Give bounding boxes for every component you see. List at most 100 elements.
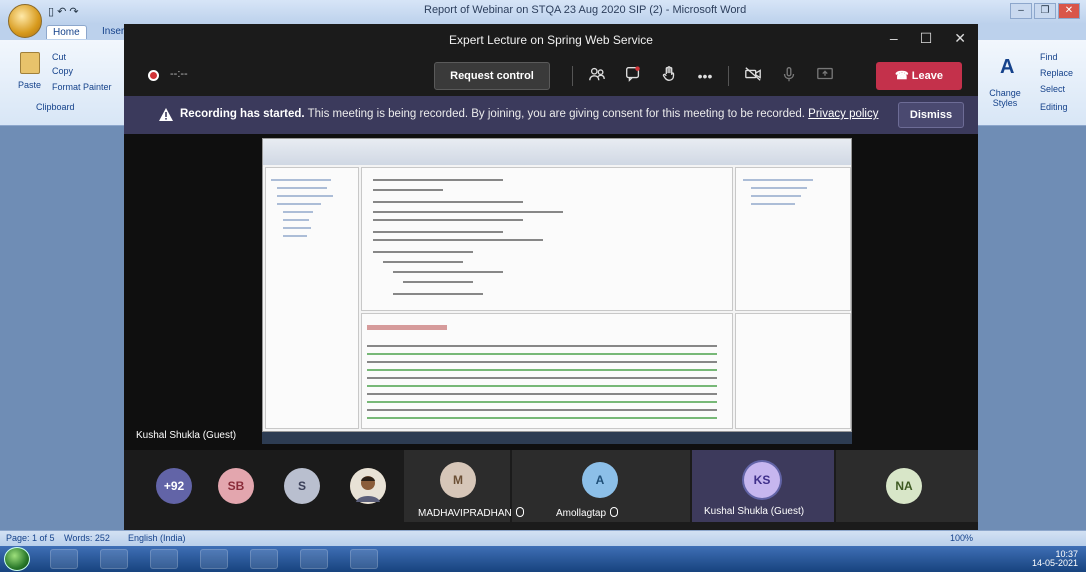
change-styles-button[interactable]: Change Styles	[988, 88, 1022, 108]
tree-line	[277, 203, 321, 205]
office-button[interactable]	[8, 4, 42, 38]
meeting-toolbar: --:-- Request control ••• ☎ Leave	[124, 56, 978, 96]
find-button[interactable]: Find	[1040, 52, 1058, 62]
participant-avatar-a[interactable]: A	[582, 462, 618, 498]
word-window-title: Report of Webinar on STQA 23 Aug 2020 SI…	[424, 4, 747, 16]
participants-icon[interactable]	[586, 65, 608, 87]
format-painter-button[interactable]: Format Painter	[52, 82, 112, 92]
share-screen-icon[interactable]	[814, 65, 836, 87]
word-count[interactable]: Words: 252	[64, 533, 110, 543]
code-line	[373, 251, 473, 253]
tree-line	[283, 219, 309, 221]
recording-started-label: Recording has started.	[180, 108, 305, 120]
media-player-icon[interactable]	[100, 549, 128, 569]
word-status-bar: Page: 1 of 5 Words: 252 English (India) …	[0, 530, 1086, 546]
close-icon[interactable]: ✕	[954, 30, 966, 47]
word-window-controls: – ❐ ✕	[1010, 3, 1080, 19]
outline-line	[751, 187, 807, 189]
participant-avatar-ks[interactable]: KS	[744, 462, 780, 498]
select-button[interactable]: Select	[1040, 84, 1065, 94]
recording-consent-text: This meeting is being recorded. By joini…	[307, 108, 805, 120]
teams-title-bar: Expert Lecture on Spring Web Service – ☐…	[124, 24, 978, 56]
participant-avatar-na[interactable]: NA	[886, 468, 922, 504]
teams-taskbar-icon[interactable]	[350, 549, 378, 569]
code-line	[393, 293, 483, 295]
close-icon[interactable]: ✕	[1058, 3, 1080, 19]
console-line	[367, 361, 717, 363]
app-icon[interactable]	[250, 549, 278, 569]
shared-screen-stage: Kushal Shukla (Guest)	[124, 134, 978, 450]
participant-photo-avatar[interactable]	[350, 468, 386, 504]
system-clock[interactable]: 10:37 14-05-2021	[1032, 550, 1078, 568]
tree-line	[283, 211, 313, 213]
cut-button[interactable]: Cut	[52, 52, 66, 62]
mic-icon	[610, 507, 619, 517]
participant-avatar-m[interactable]: M	[440, 462, 476, 498]
code-line	[383, 261, 463, 263]
tab-home[interactable]: Home	[46, 25, 87, 39]
camera-off-icon[interactable]	[742, 65, 764, 87]
paste-icon[interactable]	[20, 52, 40, 74]
teams-window-controls: – ☐ ✕	[890, 30, 966, 47]
change-styles-icon[interactable]: A	[1000, 56, 1014, 79]
console-line	[367, 393, 717, 395]
code-line	[373, 219, 523, 221]
privacy-policy-link[interactable]: Privacy policy	[808, 108, 878, 120]
word-taskbar-icon[interactable]	[300, 549, 328, 569]
person-photo-icon	[350, 468, 386, 504]
leave-button[interactable]: ☎ Leave	[876, 62, 962, 90]
code-line	[403, 281, 473, 283]
recording-indicator-icon	[148, 70, 159, 81]
leave-label: Leave	[911, 70, 943, 82]
clipboard-group-label: Clipboard	[36, 102, 75, 112]
restore-icon[interactable]: ❐	[1034, 3, 1056, 19]
raise-hand-icon[interactable]	[658, 65, 680, 87]
zoom-level[interactable]: 100%	[950, 533, 973, 543]
maximize-icon[interactable]: ☐	[920, 30, 933, 47]
presenter-name: Kushal Shukla (Guest)	[136, 430, 237, 441]
warning-icon	[159, 108, 173, 121]
console-line	[367, 417, 717, 419]
console-banner	[367, 325, 447, 330]
code-line	[373, 211, 563, 213]
toolbar-divider	[728, 66, 729, 86]
page-count[interactable]: Page: 1 of 5	[6, 533, 55, 543]
chrome-icon[interactable]	[200, 549, 228, 569]
participant-avatar-s[interactable]: S	[284, 468, 320, 504]
meeting-title: Expert Lecture on Spring Web Service	[449, 33, 653, 47]
minimize-icon[interactable]: –	[1010, 3, 1032, 19]
editing-group-label: Editing	[1040, 102, 1068, 112]
start-icon[interactable]	[4, 547, 30, 571]
participant-avatar-sb[interactable]: SB	[218, 468, 254, 504]
dismiss-button[interactable]: Dismiss	[898, 102, 964, 128]
replace-button[interactable]: Replace	[1040, 68, 1073, 78]
console-line	[367, 345, 717, 347]
chat-icon[interactable]	[622, 65, 644, 87]
participant-roster: +92 SB S M MADHAVIPRADHAN A Amollagtap K…	[124, 450, 978, 530]
desktop: ▯ ↶ ↷ Report of Webinar on STQA 23 Aug 2…	[0, 0, 1086, 572]
outline-line	[751, 203, 795, 205]
console-line	[367, 401, 717, 403]
minimize-icon[interactable]: –	[890, 30, 898, 47]
ie-icon[interactable]	[50, 549, 78, 569]
recording-banner: Recording has started. This meeting is b…	[124, 96, 978, 134]
console-line	[367, 409, 717, 411]
mic-disabled-icon[interactable]	[778, 65, 800, 87]
copy-button[interactable]: Copy	[52, 66, 73, 76]
request-control-button[interactable]: Request control	[434, 62, 550, 90]
code-line	[373, 179, 503, 181]
hangup-icon: ☎	[895, 70, 909, 82]
ide-menu-toolbar	[263, 139, 851, 165]
overflow-participants-avatar[interactable]: +92	[156, 468, 192, 504]
outline-line	[743, 179, 813, 181]
outline-line	[751, 195, 801, 197]
participant-name: Kushal Shukla (Guest)	[704, 506, 805, 517]
explorer-icon[interactable]	[150, 549, 178, 569]
participant-name: MADHAVIPRADHAN	[418, 506, 524, 519]
ide-side-pane	[735, 313, 851, 429]
more-actions-icon[interactable]: •••	[694, 65, 716, 87]
quick-access-toolbar[interactable]: ▯ ↶ ↷	[48, 5, 79, 18]
paste-label[interactable]: Paste	[18, 80, 41, 90]
language-indicator[interactable]: English (India)	[128, 533, 186, 543]
shared-screen-taskbar	[262, 432, 852, 444]
